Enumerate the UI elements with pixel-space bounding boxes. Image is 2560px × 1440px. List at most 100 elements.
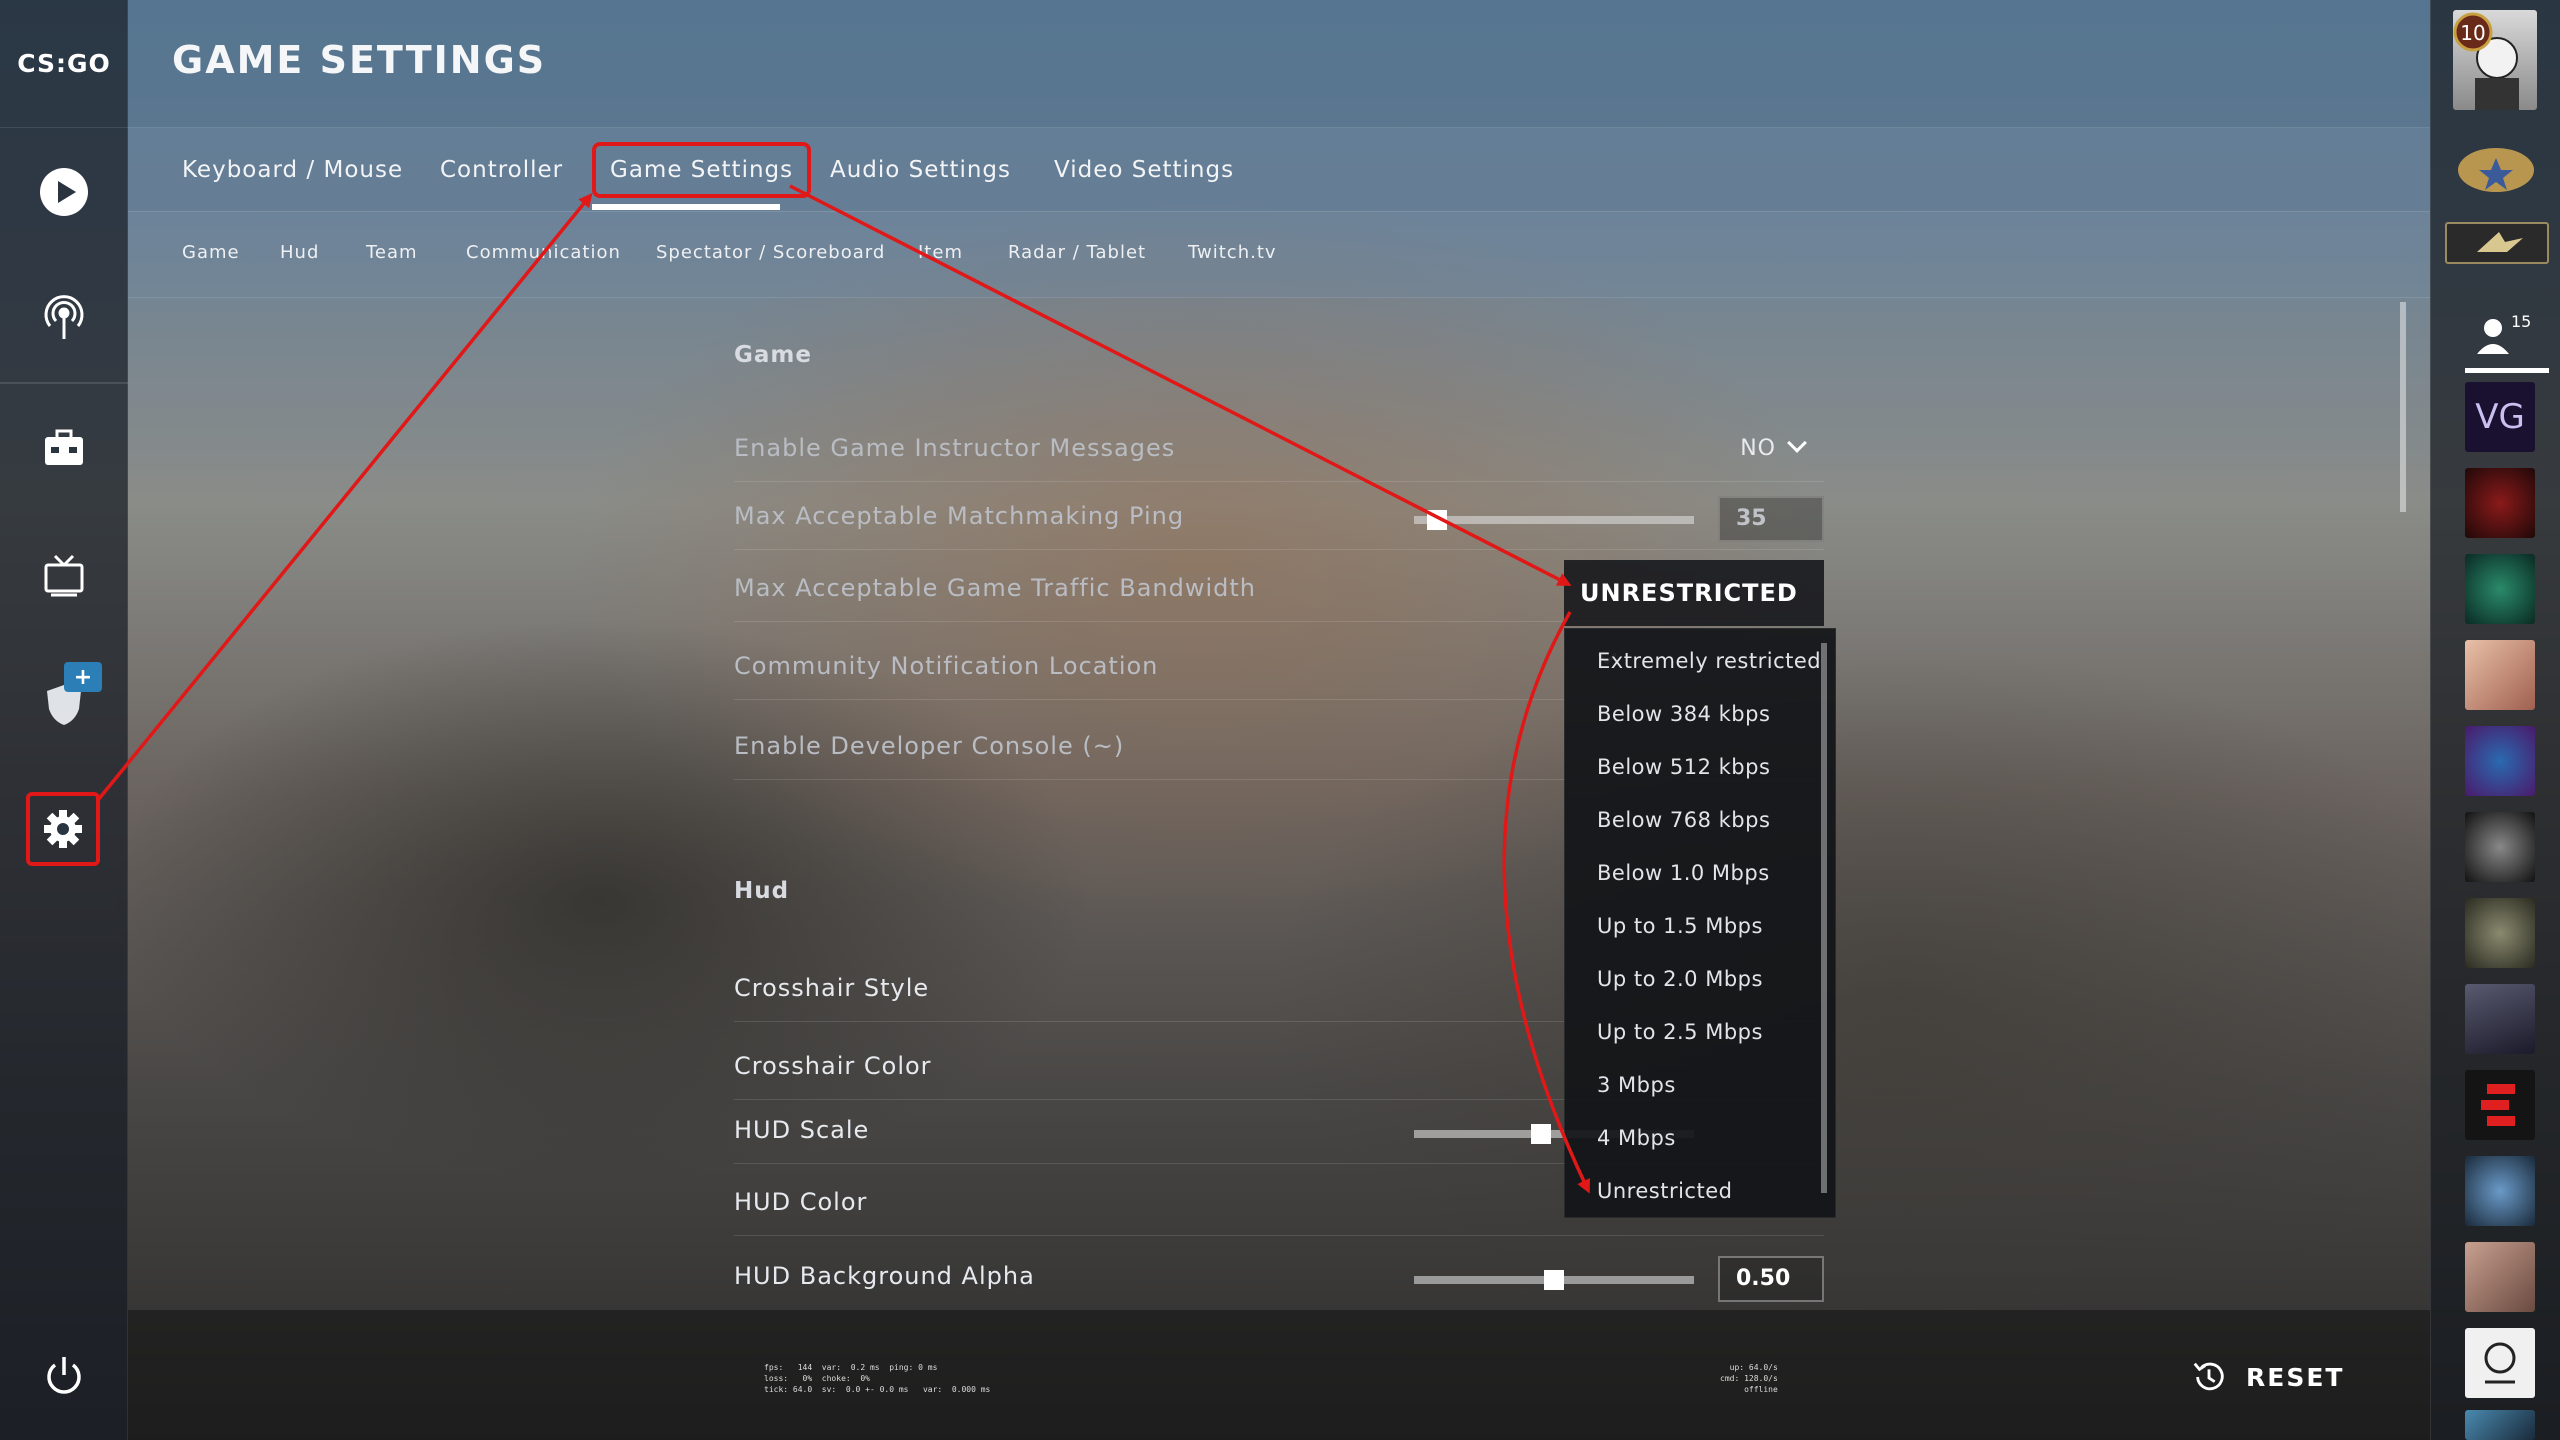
avatar-image: 10 <box>2453 12 2519 110</box>
dropdown-option[interactable]: Below 768 kbps <box>1597 808 1770 832</box>
subtab-team[interactable]: Team <box>366 242 418 263</box>
friend-avatar[interactable] <box>2465 984 2535 1054</box>
tab-audio-settings[interactable]: Audio Settings <box>816 142 1025 198</box>
friend-avatar[interactable] <box>2465 1156 2535 1226</box>
header-bar: GAME SETTINGS <box>128 0 2430 128</box>
subtab-spectator-scoreboard[interactable]: Spectator / Scoreboard <box>656 242 885 263</box>
friend-avatar[interactable]: VG <box>2465 382 2535 452</box>
slider-knob[interactable] <box>1427 510 1447 530</box>
dropdown-scrollbar[interactable] <box>1821 643 1827 1193</box>
tab-game-settings[interactable]: Game Settings <box>592 142 812 198</box>
subtab-communication[interactable]: Communication <box>466 242 621 263</box>
dropdown-option[interactable]: Up to 2.5 Mbps <box>1597 1020 1763 1044</box>
friend-avatar[interactable] <box>2465 1242 2535 1312</box>
tab-keyboard-mouse[interactable]: Keyboard / Mouse <box>168 142 417 198</box>
reset-label: RESET <box>2246 1362 2345 1392</box>
netgraph-stats: fps: 144 var: 0.2 ms ping: 0 ms loss: 0%… <box>764 1363 991 1394</box>
tab-video-settings[interactable]: Video Settings <box>1040 142 1248 198</box>
friend-avatar[interactable] <box>2465 726 2535 796</box>
dropdown-option[interactable]: Up to 2.0 Mbps <box>1597 967 1763 991</box>
csgo-logo[interactable]: CS:GO <box>0 0 128 128</box>
select-value: NO <box>1740 436 1776 461</box>
setting-label: Enable Developer Console (~) <box>734 732 1125 760</box>
friends-sidebar: 10 15 VG <box>2430 0 2560 1440</box>
setting-label: HUD Background Alpha <box>734 1262 1035 1290</box>
netgraph-stats-right: up: 64.0/s cmd: 128.0/s offline <box>1720 1363 1778 1394</box>
power-icon <box>47 1357 81 1394</box>
inventory-button[interactable] <box>24 408 104 488</box>
setting-row-hud-alpha: HUD Background Alpha 0.50 <box>734 1246 1824 1310</box>
dropdown-option[interactable]: 4 Mbps <box>1597 1126 1676 1150</box>
slider-knob[interactable] <box>1531 1124 1551 1144</box>
subtab-hud[interactable]: Hud <box>280 242 319 263</box>
watch-broadcast-button[interactable] <box>24 278 104 358</box>
play-icon <box>40 168 88 216</box>
player-avatar[interactable]: 10 <box>2453 10 2537 110</box>
hud-alpha-value-field[interactable]: 0.50 <box>1718 1256 1824 1302</box>
active-tab-underline <box>592 204 780 210</box>
dropdown-option[interactable]: Below 384 kbps <box>1597 702 1770 726</box>
dropdown-option[interactable]: Below 512 kbps <box>1597 755 1770 779</box>
setting-label: Max Acceptable Matchmaking Ping <box>734 502 1185 530</box>
friend-avatar[interactable] <box>2465 554 2535 624</box>
subtab-twitch[interactable]: Twitch.tv <box>1188 242 1277 263</box>
dropdown-option[interactable]: 3 Mbps <box>1597 1073 1676 1097</box>
bandwidth-dropdown-menu: Extremely restricted Below 384 kbps Belo… <box>1564 628 1836 1218</box>
reset-history-icon <box>2193 1362 2224 1391</box>
friend-avatar[interactable] <box>2465 898 2535 968</box>
power-button[interactable] <box>24 1336 104 1416</box>
section-title-hud: Hud <box>734 878 790 904</box>
subtab-item[interactable]: Item <box>918 242 963 263</box>
subtab-radar-tablet[interactable]: Radar / Tablet <box>1008 242 1146 263</box>
reset-button[interactable]: RESET <box>2190 1358 2344 1396</box>
friend-avatar[interactable] <box>2465 468 2535 538</box>
settings-button[interactable] <box>26 792 100 866</box>
content-scrollbar[interactable] <box>2400 302 2406 512</box>
bottom-bar <box>128 1310 2430 1440</box>
tab-controller[interactable]: Controller <box>426 142 577 198</box>
friends-icon[interactable] <box>2473 316 2513 360</box>
setting-label: HUD Scale <box>734 1116 870 1144</box>
tv-icon <box>44 554 84 597</box>
friend-avatar[interactable] <box>2465 812 2535 882</box>
rank-emblem[interactable] <box>2451 130 2541 210</box>
friend-avatar[interactable] <box>2465 1328 2535 1398</box>
friends-tab-underline <box>2465 368 2549 373</box>
slider-knob[interactable] <box>1544 1270 1564 1290</box>
friends-count: 15 <box>2511 312 2532 331</box>
select-value: UNRESTRICTED <box>1580 579 1798 607</box>
setting-row-ping: Max Acceptable Matchmaking Ping 35 <box>734 486 1824 550</box>
skill-group-badge[interactable] <box>2445 222 2549 264</box>
settings-tabs: Keyboard / Mouse Controller Game Setting… <box>128 128 2430 212</box>
page-title: GAME SETTINGS <box>172 38 547 82</box>
friend-avatar[interactable] <box>2465 640 2535 710</box>
svg-text:VG: VG <box>2475 397 2525 437</box>
instructor-select[interactable]: NO <box>1740 433 1807 461</box>
tv-button[interactable] <box>24 536 104 616</box>
dropdown-option[interactable]: Unrestricted <box>1597 1179 1732 1203</box>
laurel-rank-icon <box>2458 148 2534 192</box>
hud-alpha-slider[interactable] <box>1414 1270 1694 1290</box>
friend-avatar[interactable] <box>2465 1410 2535 1440</box>
play-button[interactable] <box>24 152 104 232</box>
ping-slider[interactable] <box>1414 510 1694 530</box>
setting-label: HUD Color <box>734 1188 868 1216</box>
settings-subtabs: Game Hud Team Communication Spectator / … <box>128 212 2430 298</box>
dropdown-option[interactable]: Up to 1.5 Mbps <box>1597 914 1763 938</box>
rank-level: 10 <box>2460 21 2485 45</box>
setting-label: Community Notification Location <box>734 652 1159 680</box>
friend-avatar[interactable] <box>2465 1070 2535 1140</box>
setting-row-instructor: Enable Game Instructor Messages NO <box>734 418 1824 482</box>
subtab-game[interactable]: Game <box>182 242 240 263</box>
operation-plus-badge[interactable]: + <box>64 662 102 692</box>
dropdown-option[interactable]: Below 1.0 Mbps <box>1597 861 1770 885</box>
antenna-icon <box>44 295 84 339</box>
chevron-down-icon <box>1787 433 1807 453</box>
main-sidebar: CS:GO + <box>0 0 128 1440</box>
dropdown-option[interactable]: Extremely restricted <box>1597 649 1821 673</box>
setting-label: Max Acceptable Game Traffic Bandwidth <box>734 574 1256 602</box>
bandwidth-select[interactable]: UNRESTRICTED <box>1564 560 1824 665</box>
ping-value-field[interactable]: 35 <box>1718 496 1824 542</box>
gear-icon <box>44 810 82 848</box>
briefcase-icon <box>45 429 83 465</box>
